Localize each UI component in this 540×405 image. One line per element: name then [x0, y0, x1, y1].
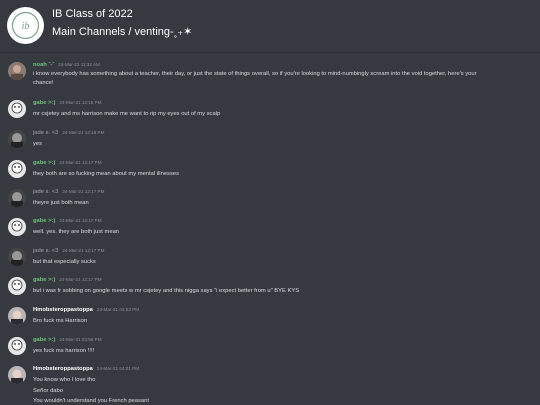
- avatar[interactable]: [8, 160, 26, 178]
- message-text: Señor dabo: [33, 388, 63, 394]
- avatar[interactable]: [8, 100, 26, 118]
- message-timestamp: 24-Mar-21 12:17 PM: [62, 248, 105, 253]
- message-author[interactable]: gabe >:) 24-Mar-21 12:17 PM: [33, 277, 102, 283]
- message-timestamp: 24-Mar-21 12:17 PM: [59, 160, 102, 165]
- message-timestamp: 24-Mar-21 04:01 PM: [96, 366, 140, 371]
- message-text: mr csjetey and ms harrison make me want …: [33, 111, 221, 117]
- message-text: You wouldn't understand you French peasa…: [33, 398, 149, 404]
- avatar[interactable]: [8, 366, 26, 384]
- message-text: but that especially sucks: [33, 259, 96, 265]
- message-author[interactable]: gabe >:) 24-Mar-21 12:17 PM: [33, 218, 102, 224]
- message-timestamp: 24-Mar-21 12:16 PM: [62, 130, 105, 135]
- message-timestamp: 24-Mar-21 03:53 PM: [96, 307, 140, 312]
- message-text: yes fuck ms harrison !!!!: [33, 348, 95, 354]
- message-author[interactable]: Hmobsteroppastoppa 24-Mar-21 04:01 PM: [33, 366, 139, 372]
- message-timestamp: 24-Mar-21 12:17 PM: [59, 218, 102, 223]
- message-author[interactable]: gabe >:) 24-Mar-21 03:56 PM: [33, 337, 102, 343]
- message-timestamp: 24-Mar-21 11:32 AM: [58, 62, 100, 67]
- message-text: they both are so fucking mean about my m…: [33, 171, 179, 177]
- message-text: yes: [33, 141, 43, 147]
- message-text: i know everybody has something about a t…: [33, 71, 477, 77]
- message-timestamp: 24-Mar-21 12:16 PM: [59, 100, 102, 105]
- header-divider: [0, 52, 540, 53]
- message-author[interactable]: Hmobsteroppastoppa 24-Mar-21 03:53 PM: [33, 307, 139, 313]
- message-text: theyre just both mean: [33, 200, 89, 206]
- svg-text:ib: ib: [22, 21, 30, 32]
- avatar[interactable]: [8, 62, 26, 80]
- avatar[interactable]: [8, 130, 26, 148]
- channel-header: ib IB Class of 2022 Main Channels / vent…: [0, 0, 540, 50]
- message-author[interactable]: noah ˆ-ˆ 24-Mar-21 11:32 AM: [33, 62, 100, 68]
- avatar[interactable]: [8, 307, 26, 325]
- message-text: Bro fuck ms Harrison: [33, 318, 88, 324]
- avatar[interactable]: [8, 337, 26, 355]
- message-author[interactable]: gabe >:) 24-Mar-21 12:16 PM: [33, 100, 102, 106]
- server-icon[interactable]: ib: [7, 7, 44, 44]
- message-timestamp: 24-Mar-21 12:17 PM: [59, 277, 102, 282]
- message-author[interactable]: jade s. <3 24-Mar-21 12:16 PM: [33, 130, 104, 136]
- message-timestamp: 24-Mar-21 03:56 PM: [59, 337, 102, 342]
- message-timestamp: 24-Mar-21 12:17 PM: [62, 189, 105, 194]
- avatar[interactable]: [8, 218, 26, 236]
- message-text: well. yes. they are both just mean: [33, 229, 120, 235]
- avatar[interactable]: [8, 248, 26, 266]
- message-author[interactable]: gabe >:) 24-Mar-21 12:17 PM: [33, 160, 102, 166]
- message-author[interactable]: jade s. <3 24-Mar-21 12:17 PM: [33, 248, 104, 254]
- avatar[interactable]: [8, 189, 26, 207]
- message-text: chance!: [33, 80, 54, 86]
- server-name: IB Class of 2022: [52, 8, 133, 20]
- message-text: You know who I love tho: [33, 377, 96, 383]
- message-text: but i was fr sobbing on google meets w m…: [33, 288, 300, 294]
- channel-path: Main Channels / venting-˳₊✶: [52, 26, 193, 38]
- message-author[interactable]: jade s. <3 24-Mar-21 12:17 PM: [33, 189, 104, 195]
- avatar[interactable]: [8, 277, 26, 295]
